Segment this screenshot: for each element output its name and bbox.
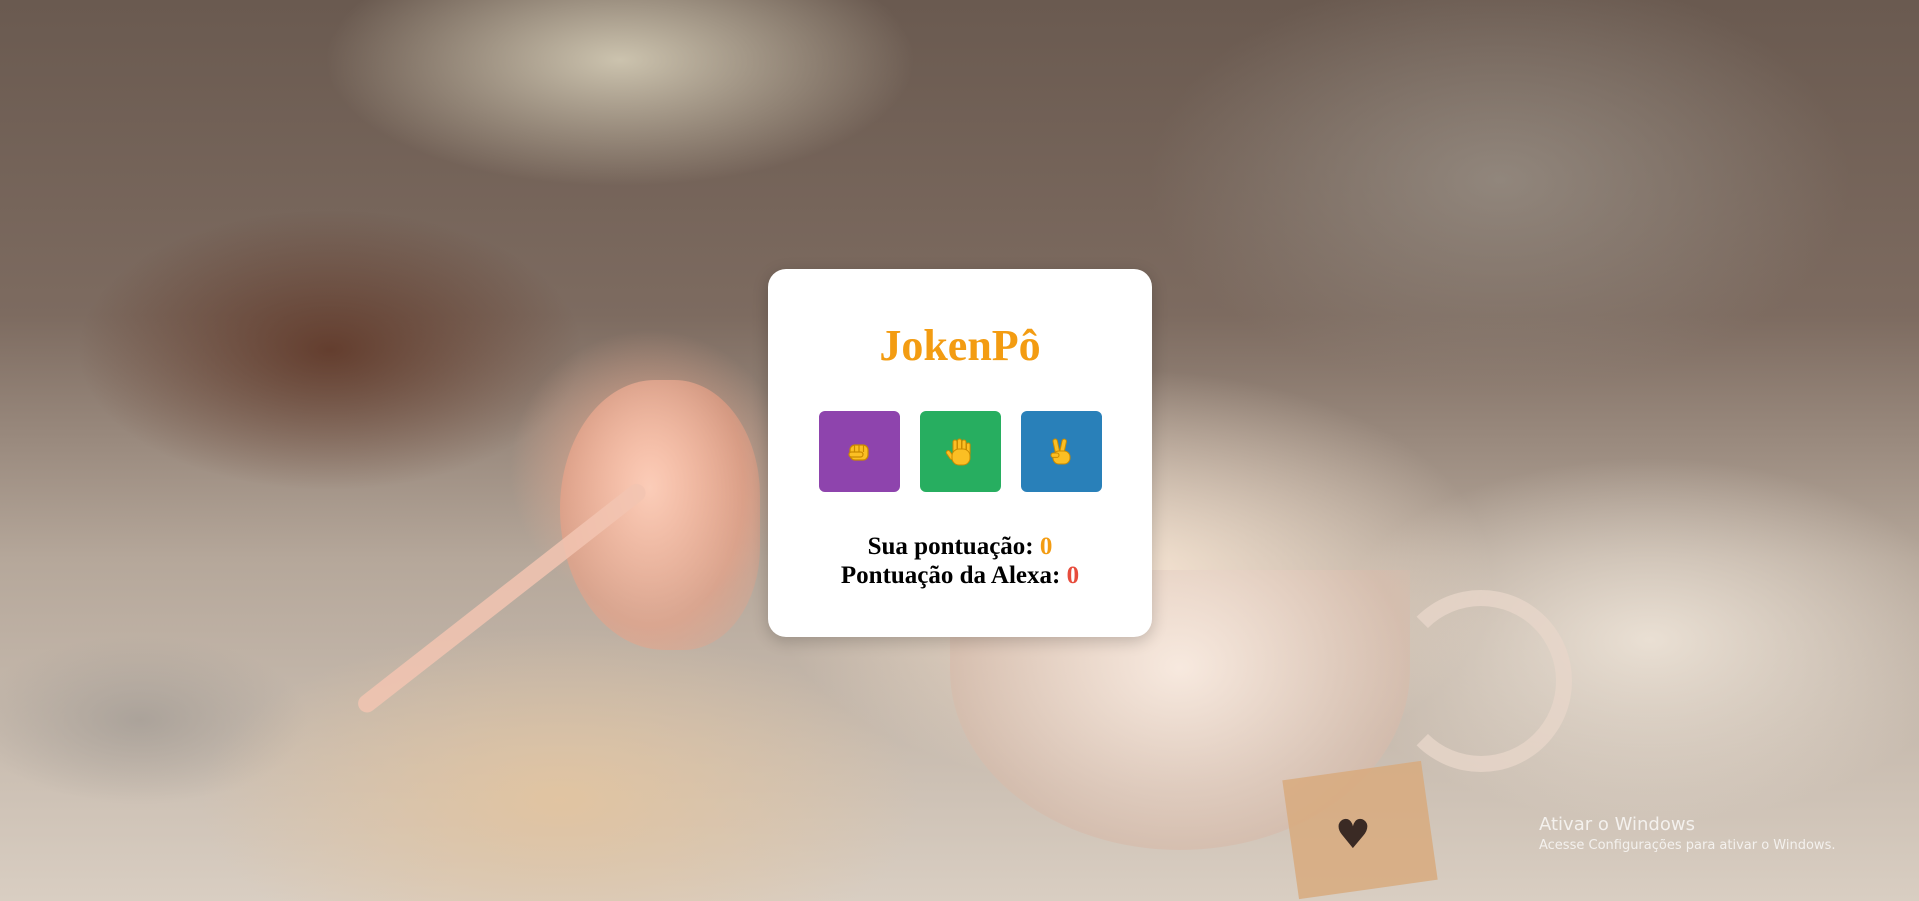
windows-activation-watermark: Ativar o Windows Acesse Configurações pa… [1539,813,1835,855]
score-panel: Sua pontuação: 0 Pontuação da Alexa: 0 [768,532,1152,590]
user-score-line: Sua pontuação: 0 [768,532,1152,561]
alexa-score-line: Pontuação da Alexa: 0 [768,561,1152,590]
paper-button[interactable] [919,411,1001,492]
victory-hand-icon [1045,436,1077,468]
background-flower [560,380,760,650]
heart-icon: ♥ [1335,812,1371,858]
fist-icon [843,436,875,468]
watermark-subtitle: Acesse Configurações para ativar o Windo… [1539,838,1836,853]
rock-button[interactable] [818,411,900,492]
scissors-button[interactable] [1020,411,1102,492]
alexa-score-label: Pontuação da Alexa: [840,562,1061,589]
choice-buttons [768,411,1152,492]
raised-hand-icon [944,436,976,468]
user-score-value: 0 [1039,533,1053,560]
page-background: ♥ JokenPô Sua pontuação: 0 Pontuação da … [0,0,1919,901]
user-score-label: Sua pontuação: [867,533,1034,560]
game-card: JokenPô Sua pontuação: 0 Pontuação da Al… [768,269,1152,637]
watermark-title: Ativar o Windows [1539,814,1695,835]
alexa-score-value: 0 [1066,562,1080,589]
game-title: JokenPô [879,321,1041,370]
background-teacup-handle [1390,590,1572,772]
